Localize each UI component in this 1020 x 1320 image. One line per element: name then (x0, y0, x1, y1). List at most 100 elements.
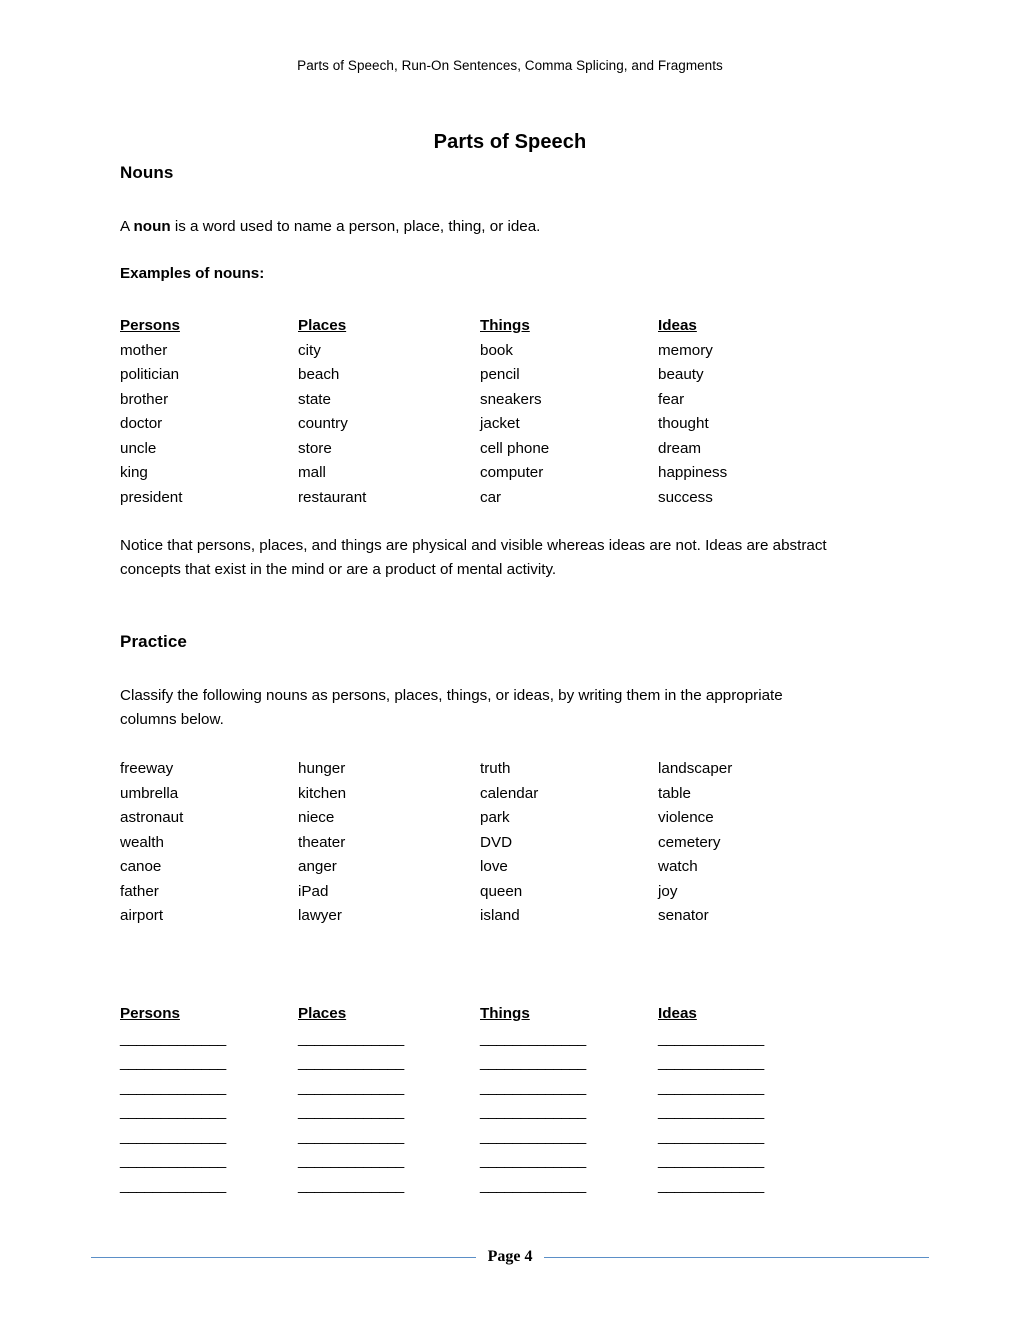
section-heading-practice: Practice (120, 632, 187, 651)
word-bank-item: truth (480, 760, 511, 777)
noun-example: brother (120, 390, 169, 408)
word-bank-column-2: hunger kitchen niece theater anger iPad … (298, 757, 476, 929)
answer-blank-line[interactable]: _____________ (298, 1027, 476, 1052)
page-title: Parts of Speech (433, 131, 587, 153)
word-bank-item: senator (658, 907, 709, 924)
noun-example: memory (658, 341, 713, 359)
answer-blank-line[interactable]: _____________ (120, 1027, 298, 1052)
answer-blank-line[interactable]: _____________ (298, 1051, 476, 1076)
footer-rule-right (544, 1256, 930, 1258)
noun-example: uncle (120, 439, 157, 457)
word-bank-item: island (480, 907, 520, 924)
word-bank-column-1: freeway umbrella astronaut wealth canoe … (120, 757, 298, 929)
column-header-ideas: Ideas (658, 317, 697, 334)
answer-blank-line[interactable]: _____________ (480, 1027, 658, 1052)
answer-blank-line[interactable]: _____________ (658, 1174, 836, 1199)
word-bank-column-3: truth calendar park DVD love queen islan… (480, 757, 658, 929)
noun-example: pencil (480, 366, 520, 383)
word-bank-item: astronaut (120, 809, 184, 826)
noun-example: president (120, 488, 183, 506)
footer-rule-left (90, 1256, 476, 1258)
answer-blank-line[interactable]: _____________ (480, 1174, 658, 1199)
answer-blank-line[interactable]: _____________ (658, 1149, 836, 1174)
word-bank-item: table (658, 784, 691, 802)
examples-label: Examples of nouns: (120, 265, 265, 282)
word-bank-item: umbrella (120, 784, 179, 802)
noun-example: mother (120, 341, 168, 359)
answer-blank-line[interactable]: _____________ (658, 1125, 836, 1150)
answer-blank-line[interactable]: _____________ (298, 1076, 476, 1101)
answer-blank-line[interactable]: _____________ (298, 1149, 476, 1174)
answer-blank-line[interactable]: _____________ (480, 1051, 658, 1076)
word-bank-item: love (480, 858, 508, 875)
noun-examples-column-things: Things book pencil sneakers jacket cell … (480, 314, 658, 510)
noun-example: jacket (480, 415, 520, 432)
answer-blank-line[interactable]: _____________ (298, 1125, 476, 1150)
noun-example: politician (120, 366, 180, 383)
noun-examples-column-ideas: Ideas memory beauty fear thought dream h… (658, 314, 836, 510)
answer-blank-line[interactable]: _____________ (658, 1051, 836, 1076)
answer-column-header-places: Places (298, 1005, 347, 1022)
practice-instructions-line-1: Classify the following nouns as persons,… (120, 687, 702, 704)
word-bank-item: niece (298, 809, 335, 826)
answer-column-header-things: Things (480, 1005, 530, 1022)
answer-blank-line[interactable]: _____________ (298, 1100, 476, 1125)
column-header-things: Things (480, 317, 530, 334)
noun-example: restaurant (298, 488, 367, 506)
section-heading-nouns: Nouns (120, 163, 174, 182)
answer-blank-line[interactable]: _____________ (480, 1100, 658, 1125)
answer-blank-line[interactable]: _____________ (298, 1174, 476, 1199)
definition-term: noun (133, 218, 171, 235)
answer-blank-line[interactable]: _____________ (120, 1076, 298, 1101)
noun-definition: A noun is a word used to name a person, … (120, 215, 840, 239)
definition-suffix: is a word used to name a person, place, … (170, 218, 541, 235)
answer-blank-line[interactable]: _____________ (480, 1125, 658, 1150)
nouns-note-line-1: Notice that persons, places, and things … (120, 537, 701, 554)
noun-example: car (480, 488, 502, 506)
answer-blank-line[interactable]: _____________ (658, 1100, 836, 1125)
noun-example: city (298, 341, 321, 359)
answer-blank-line[interactable]: _____________ (658, 1076, 836, 1101)
document-page: Parts of Speech, Run-On Sentences, Comma… (0, 0, 1020, 1320)
answer-column-persons: Persons _____________ _____________ ____… (120, 1002, 298, 1198)
word-bank-item: airport (120, 907, 164, 924)
word-bank-item: cemetery (658, 833, 721, 851)
noun-example: beach (298, 366, 340, 383)
answer-blank-line[interactable]: _____________ (120, 1149, 298, 1174)
noun-example: cell phone (480, 439, 550, 457)
word-bank-item: freeway (120, 760, 174, 777)
word-bank-column-4: landscaper table violence cemetery watch… (658, 757, 836, 929)
word-bank-item: joy (658, 882, 678, 900)
word-bank-item: watch (658, 858, 698, 875)
answer-blank-line[interactable]: _____________ (480, 1149, 658, 1174)
page-footer: Page 4 (0, 1248, 1020, 1266)
answer-column-things: Things _____________ _____________ _____… (480, 1002, 658, 1198)
noun-example: mall (298, 464, 326, 481)
column-header-places: Places (298, 317, 347, 334)
answer-blank-line[interactable]: _____________ (658, 1027, 836, 1052)
noun-example: country (298, 415, 348, 432)
answer-blank-line[interactable]: _____________ (120, 1100, 298, 1125)
definition-prefix: A (120, 218, 134, 235)
nouns-note: Notice that persons, places, and things … (120, 534, 840, 582)
answer-blank-line[interactable]: _____________ (120, 1174, 298, 1199)
practice-instructions: Classify the following nouns as persons,… (120, 684, 840, 732)
page-number: Page 4 (487, 1248, 533, 1265)
word-bank-item: kitchen (298, 784, 347, 802)
word-bank-item: DVD (480, 833, 513, 851)
noun-example: fear (658, 390, 685, 408)
answer-blank-line[interactable]: _____________ (480, 1076, 658, 1101)
word-bank-item: anger (298, 858, 337, 875)
noun-example: thought (658, 415, 709, 432)
noun-example: dream (658, 439, 702, 457)
word-bank-item: park (480, 809, 510, 826)
word-bank-item: wealth (120, 833, 164, 851)
answer-blank-line[interactable]: _____________ (120, 1051, 298, 1076)
noun-example: sneakers (480, 390, 542, 408)
answer-blank-line[interactable]: _____________ (120, 1125, 298, 1150)
noun-example: happiness (658, 464, 728, 481)
word-bank-item: lawyer (298, 907, 342, 924)
noun-example: king (120, 464, 148, 481)
noun-examples-column-places: Places city beach state country store ma… (298, 314, 476, 510)
answer-column-places: Places _____________ _____________ _____… (298, 1002, 476, 1198)
